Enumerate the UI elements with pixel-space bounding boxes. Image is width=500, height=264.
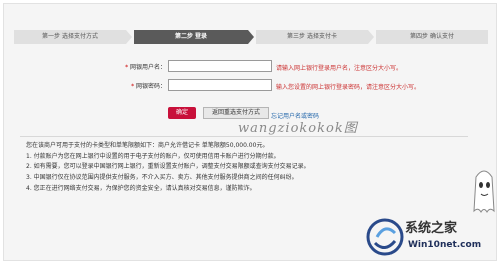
step-1: 第一步 选择支付方式 [14, 30, 132, 44]
required-star: * [125, 64, 129, 71]
watermark-text: wangziokokok图 [238, 121, 358, 136]
password-hint: 输入您设置的网上银行登录密码，请注意区分大小写。 [276, 84, 421, 91]
note-line: 您在该商户可用于支付的卡类型和单笔限额如下：商户允许借记卡 单笔限额50,000… [26, 142, 269, 149]
ghost-mascot-icon [473, 170, 495, 213]
step-3: 第三步 选择支付卡 [256, 30, 374, 44]
username-hint: 请输入网上银行登录用户名，注意区分大小写。 [276, 65, 403, 72]
username-label: * 网银用户名： [106, 62, 166, 71]
payment-notes: 您在该商户可用于支付的卡类型和单笔限额如下：商户允许借记卡 单笔限额50,000… [26, 141, 466, 195]
password-input[interactable] [168, 79, 272, 91]
password-label: * 网银密码： [106, 81, 166, 90]
divider [20, 136, 468, 137]
username-input[interactable] [168, 60, 272, 72]
password-label-text: 网银密码： [135, 83, 166, 90]
note-line: 3. 中国银行仅在协议范围内提供支付服务，不介入买方、卖方、其他支付服务提供商之… [26, 174, 298, 182]
step-2: 第二步 登录 [134, 30, 254, 44]
step-4: 第四步 确认支付 [376, 30, 488, 44]
brand-name: 系统之家 [405, 221, 458, 236]
note-line: 1. 付款账户为您在网上银行中设置的用于电子支付的账户，仅可使用信用卡账户进行分… [26, 152, 280, 160]
brand-url: Win10net.com [408, 240, 482, 250]
note-line: 4. 您正在进行网络支付交易，为保护您的资金安全，请认真核对交易信息，谨防欺诈。 [26, 184, 256, 192]
required-star: * [131, 83, 135, 90]
note-line: 2. 如有需要，您可以登录中国银行网上银行，重新设置支付账户，调整支付交易限额或… [26, 163, 310, 171]
username-label-text: 网银用户名： [129, 64, 166, 71]
step-progress: 第一步 选择支付方式 第二步 登录 第三步 选择支付卡 第四步 确认支付 [14, 30, 490, 44]
confirm-button[interactable]: 确定 [168, 107, 196, 119]
